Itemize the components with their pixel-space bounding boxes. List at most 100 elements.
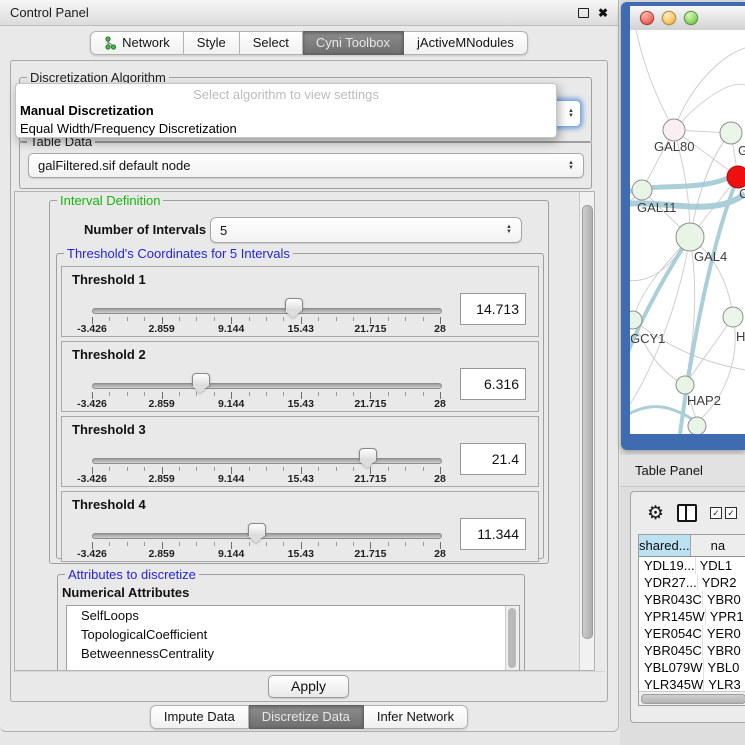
tab-network-label: Network: [122, 35, 170, 50]
checkbox-icon[interactable]: ✓: [710, 507, 722, 519]
threshold-list: Threshold 1 -3.4262.8599.14415.4321.7152…: [61, 266, 539, 566]
tab-infer-network-label: Infer Network: [377, 709, 454, 724]
attribute-items: SelfLoops TopologicalCoefficient Between…: [67, 606, 519, 663]
cell-name: YPR1: [706, 608, 745, 625]
cell-name: YBL0: [704, 659, 745, 676]
interval-definition-title: Interval Definition: [57, 193, 163, 208]
table-panel-title: Table Panel: [635, 463, 703, 478]
cell-name: YBR0: [703, 642, 745, 659]
combo-stepper-icon: ▲▼: [560, 109, 580, 119]
threshold-value-field[interactable]: 6.316: [460, 368, 526, 400]
threshold-coordinates-group: Threshold's Coordinates for 5 Intervals …: [56, 253, 544, 559]
tab-style[interactable]: Style: [184, 31, 240, 55]
tab-jactivemnodules[interactable]: jActiveMNodules: [404, 31, 528, 55]
float-window-icon[interactable]: [578, 8, 589, 18]
table-row[interactable]: YDL19... YDL1: [639, 557, 745, 574]
threshold-block: Threshold 2 -3.4262.8599.14415.4321.7152…: [61, 341, 539, 412]
tab-discretize-data[interactable]: Discretize Data: [249, 705, 364, 729]
tab-impute-data[interactable]: Impute Data: [150, 705, 249, 729]
zoom-traffic-light-icon[interactable]: [684, 11, 698, 25]
attribute-list-scrollbar[interactable]: [505, 606, 519, 671]
close-icon[interactable]: ✖: [598, 7, 608, 19]
slider-track[interactable]: [92, 383, 442, 389]
node-label-gal11: GAL11: [637, 200, 677, 215]
column-header-name[interactable]: na: [691, 535, 745, 556]
table-panel-window: ⚙ ✓ ✓ shared... na YDL19... YDL1: [630, 491, 745, 723]
cell-shared-name: YDL19...: [639, 557, 696, 574]
number-of-intervals-value: 5: [220, 223, 227, 238]
algorithm-dropdown-popup: Select algorithm to view settings Manual…: [15, 83, 557, 138]
number-of-intervals-combobox[interactable]: 5 ▲▼: [210, 217, 522, 243]
combo-stepper-icon: ▲▼: [498, 225, 512, 235]
threshold-value-field[interactable]: 21.4: [460, 443, 526, 475]
threshold-value-field[interactable]: 11.344: [460, 518, 526, 550]
tab-jactivemnodules-label: jActiveMNodules: [417, 35, 514, 50]
node-label-clipped-top-right: G: [738, 143, 745, 158]
slider-track[interactable]: [92, 308, 442, 314]
attribute-item[interactable]: SelfLoops: [67, 606, 519, 625]
slider-handle[interactable]: [248, 523, 266, 536]
number-of-intervals-label: Number of Intervals: [84, 222, 206, 237]
slider-scale-labels: -3.4262.8599.14415.4321.71528: [92, 323, 440, 335]
table-row[interactable]: YBL079W YBL0: [639, 659, 745, 676]
cell-shared-name: YBR043C: [639, 591, 703, 608]
node-label-gal4: GAL4: [694, 249, 727, 264]
node-label-gcy1: GCY1: [630, 331, 665, 346]
tab-infer-network[interactable]: Infer Network: [364, 705, 468, 729]
gear-icon[interactable]: ⚙: [647, 504, 664, 523]
node-label-clipped-red: C: [739, 186, 745, 201]
apply-button[interactable]: Apply: [268, 675, 349, 698]
table-data-combobox[interactable]: galFiltered.sif default node ▲▼: [28, 153, 584, 178]
dropdown-item-manual-discretization[interactable]: Manual Discretization: [16, 102, 556, 120]
dropdown-placeholder-item[interactable]: Select algorithm to view settings: [16, 84, 556, 102]
cyni-content-panel: Discretization Algorithm ▲▼ Select algor…: [10, 60, 608, 702]
panel-title: Control Panel: [10, 5, 89, 20]
network-canvas[interactable]: GAL80 G C GAL11 GAL4 GCY1 H HAP2: [630, 30, 745, 434]
cell-shared-name: YDR27...: [639, 574, 698, 591]
dropdown-item-equal-width[interactable]: Equal Width/Frequency Discretization: [16, 120, 556, 138]
slider-scale-labels: -3.4262.8599.14415.4321.71528: [92, 473, 440, 485]
table-row[interactable]: YDR27... YDR2: [639, 574, 745, 591]
tab-select[interactable]: Select: [240, 31, 303, 55]
threshold-slider[interactable]: -3.4262.8599.14415.4321.71528: [92, 492, 440, 561]
table-row[interactable]: YBR043C YBR0: [639, 591, 745, 608]
node-table: shared... na YDL19... YDL1 YDR27... YDR2: [638, 534, 745, 706]
checkbox-icon[interactable]: ✓: [725, 507, 737, 519]
tab-select-label: Select: [253, 35, 289, 50]
table-row[interactable]: YPR145W YPR1: [639, 608, 745, 625]
columns-icon[interactable]: [677, 504, 697, 522]
settings-scrollpane: Interval Definition Number of Intervals …: [14, 191, 595, 671]
table-body: YDL19... YDL1 YDR27... YDR2 YBR043C YBR0: [639, 557, 745, 706]
column-header-shared-name[interactable]: shared...: [639, 535, 691, 556]
threshold-slider[interactable]: -3.4262.8599.14415.4321.71528: [92, 267, 440, 336]
tab-cyni-toolbox[interactable]: Cyni Toolbox: [303, 31, 404, 55]
numerical-attributes-list[interactable]: SelfLoops TopologicalCoefficient Between…: [66, 605, 520, 671]
threshold-value-field[interactable]: 14.713: [460, 293, 526, 325]
top-tab-row: Network Style Select Cyni Toolbox jActiv…: [0, 31, 618, 55]
attributes-group-title: Attributes to discretize: [65, 567, 199, 582]
threshold-slider[interactable]: -3.4262.8599.14415.4321.71528: [92, 342, 440, 411]
attribute-item[interactable]: BetweennessCentrality: [67, 644, 519, 663]
cell-shared-name: YBL079W: [639, 659, 704, 676]
slider-handle[interactable]: [192, 373, 210, 386]
slider-track[interactable]: [92, 458, 442, 464]
minimize-traffic-light-icon[interactable]: [662, 11, 676, 25]
threshold-slider[interactable]: -3.4262.8599.14415.4321.71528: [92, 417, 440, 486]
close-traffic-light-icon[interactable]: [640, 11, 654, 25]
table-row[interactable]: YER054C YER0: [639, 625, 745, 642]
slider-handle[interactable]: [359, 448, 377, 461]
settings-vertical-scrollbar[interactable]: [579, 192, 594, 670]
table-horizontal-scrollbar[interactable]: [639, 691, 745, 705]
attributes-group: Attributes to discretize Numerical Attri…: [57, 574, 525, 671]
attribute-item[interactable]: TopologicalCoefficient: [67, 625, 519, 644]
table-row[interactable]: YBR045C YBR0: [639, 642, 745, 659]
slider-handle[interactable]: [285, 298, 303, 311]
threshold-block: Threshold 3 -3.4262.8599.14415.4321.7152…: [61, 416, 539, 487]
tab-network[interactable]: Network: [90, 31, 184, 55]
cell-name: YDR2: [698, 574, 745, 591]
tab-style-label: Style: [197, 35, 226, 50]
apply-bar: Apply: [12, 671, 605, 701]
slider-track[interactable]: [92, 533, 442, 539]
cell-name: YER0: [703, 625, 745, 642]
tab-discretize-data-label: Discretize Data: [262, 709, 350, 724]
